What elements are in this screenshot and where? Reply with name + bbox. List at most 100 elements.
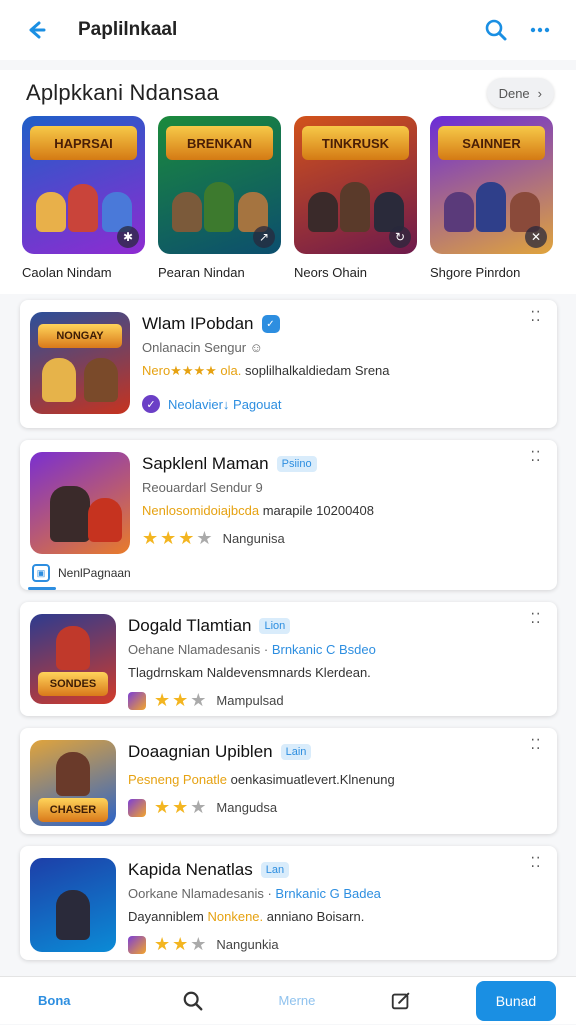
game-logo: CHASER bbox=[38, 798, 108, 822]
check-row[interactable]: ✓ Neolavier↓ Pagouat bbox=[142, 395, 545, 413]
star-icon: ★ bbox=[178, 528, 195, 548]
footer-label: NenlPagnaan bbox=[58, 566, 131, 580]
primary-action-button[interactable]: Bunad bbox=[475, 980, 556, 1021]
app-name: Doaagnian Upiblen bbox=[128, 742, 273, 761]
nav-search[interactable] bbox=[142, 977, 246, 1025]
game-logo: SAINNER bbox=[438, 126, 545, 160]
featured-label: Caolan Nindam bbox=[22, 265, 112, 280]
app-subtitle: Oorkane Nlamadesanis · Brnkanic G Badea bbox=[128, 886, 545, 901]
description-text: oenkasimuatlevert.Klnenung bbox=[227, 772, 395, 787]
chevron-right-icon: › bbox=[537, 85, 542, 101]
nav-menu[interactable]: Merne bbox=[245, 977, 349, 1025]
rating: ★ ★ ★ ★ Nangunisa bbox=[142, 528, 545, 549]
rating-label: Mangudsa bbox=[216, 800, 278, 815]
active-indicator bbox=[28, 587, 56, 590]
app-description: Dayanniblem Nonkene. anniano Boisarn. bbox=[128, 909, 545, 924]
app-name: Wlam IPobdan bbox=[142, 314, 254, 333]
featured-card[interactable]: SAINNER ✕ Shgore Pinrdon bbox=[430, 116, 553, 294]
subtitle-link[interactable]: Brnkanic G Badea bbox=[275, 886, 381, 901]
star-icon: ★ bbox=[154, 690, 171, 710]
more-horizontal-icon[interactable] bbox=[522, 12, 558, 48]
see-all-label: Dene bbox=[498, 85, 530, 101]
app-thumbnail bbox=[30, 452, 130, 554]
rating-label: Nangunisa bbox=[222, 531, 285, 546]
list-item[interactable]: SONDES Dogald Tlamtian Lion Oehane Nlama… bbox=[20, 602, 557, 716]
featured-art: TINKRUSK ↻ bbox=[294, 116, 417, 254]
description-text: soplilhalkaldiedam Srena bbox=[241, 363, 390, 378]
game-logo: TINKRUSK bbox=[302, 126, 409, 160]
featured-card[interactable]: BRENKAN ↗ Pearan Nindan bbox=[158, 116, 281, 294]
featured-card[interactable]: TINKRUSK ↻ Neors Ohain bbox=[294, 116, 417, 294]
app-description: Nero★★★★ ola. soplilhalkaldiedam Srena bbox=[142, 363, 545, 379]
search-icon[interactable] bbox=[478, 12, 514, 48]
app-mini-icon bbox=[128, 691, 146, 710]
game-logo: BRENKAN bbox=[166, 126, 273, 160]
featured-art: HAPRSAI ✱ bbox=[22, 116, 145, 254]
game-logo: HAPRSAI bbox=[30, 126, 137, 160]
section-title: Aplpkkani Ndansaa bbox=[26, 80, 219, 105]
list-item[interactable]: NONGAY Wlam IPobdan ✓ Onlanacin Sengur ☺… bbox=[20, 300, 557, 428]
app-subtitle: Oehane Nlamadesanis · Brnkanic C Bsdeo bbox=[128, 642, 545, 657]
star-icon: ★ bbox=[190, 934, 207, 954]
back-arrow-icon[interactable] bbox=[18, 12, 54, 48]
subtitle-text: Oehane Nlamadesanis · bbox=[128, 642, 272, 657]
section-header: Aplpkkani Ndansaa Dene › bbox=[0, 70, 576, 116]
rating: ★ ★ ★ Mampulsad bbox=[128, 690, 545, 711]
star-icon: ★ bbox=[160, 528, 177, 548]
search-icon bbox=[184, 991, 203, 1010]
rating: ★ ★ ★ Mangudsa bbox=[128, 797, 545, 818]
top-app-bar: Paplilnkaal bbox=[0, 0, 576, 60]
subtitle-link[interactable]: Brnkanic C Bsdeo bbox=[272, 642, 376, 657]
nav-inbox[interactable] bbox=[349, 977, 453, 1025]
bottom-nav: Bona Merne Bunad bbox=[0, 976, 576, 1024]
game-logo: NONGAY bbox=[38, 324, 122, 348]
star-icon: ★ bbox=[172, 797, 189, 817]
app-description: Nenlosomidoiajbcda marapile 10200408 bbox=[142, 503, 545, 518]
featured-label: Shgore Pinrdon bbox=[430, 265, 521, 280]
app-subtitle: Reouardarl Sendur 9 bbox=[142, 480, 263, 495]
app-subtitle: Onlanacin Sengur ☺ bbox=[142, 340, 263, 355]
verified-icon: ✓ bbox=[261, 315, 280, 333]
star-icon: ★ bbox=[142, 528, 159, 548]
highlight-text: Nenlosomidoiajbcda bbox=[142, 503, 260, 518]
star-icon: ★ bbox=[190, 797, 207, 817]
featured-carousel: HAPRSAI ✱ Caolan Nindam BRENKAN ↗ Pearan… bbox=[0, 116, 576, 294]
star-icon: ★ bbox=[154, 797, 171, 817]
star-icon: ★ bbox=[172, 934, 189, 954]
rating: ★ ★ ★ Nangunkia bbox=[128, 934, 545, 955]
featured-art: SAINNER ✕ bbox=[430, 116, 553, 254]
more-vertical-icon[interactable]: ⁚⁚ bbox=[525, 737, 547, 760]
app-thumbnail: NONGAY bbox=[30, 312, 130, 414]
app-thumbnail bbox=[30, 858, 116, 952]
star-icon: ★ bbox=[172, 690, 189, 710]
page-title: Paplilnkaal bbox=[78, 19, 178, 40]
featured-art: BRENKAN ↗ bbox=[158, 116, 281, 254]
app-tag: Lain bbox=[280, 744, 312, 760]
featured-card[interactable]: HAPRSAI ✱ Caolan Nindam bbox=[22, 116, 145, 294]
check-label: Neolavier↓ Pagouat bbox=[168, 396, 282, 412]
list-item[interactable]: CHASER Doaagnian Upiblen Lain Pesneng Po… bbox=[20, 728, 557, 834]
game-logo: SONDES bbox=[38, 672, 108, 696]
more-vertical-icon[interactable]: ⁚⁚ bbox=[525, 309, 547, 332]
app-tag: Lan bbox=[260, 862, 290, 878]
badge-icon: ✱ bbox=[117, 226, 139, 248]
highlight-text: Pesneng Ponatle bbox=[128, 772, 228, 787]
more-vertical-icon[interactable]: ⁚⁚ bbox=[525, 449, 547, 472]
description-text-2: anniano Boisarn. bbox=[263, 909, 365, 924]
more-vertical-icon[interactable]: ⁚⁚ bbox=[525, 611, 547, 634]
nav-home[interactable]: Bona bbox=[20, 977, 142, 1025]
description-text: marapile 10200408 bbox=[259, 503, 374, 518]
list-item[interactable]: Kapida Nenatlas Lan Oorkane Nlamadesanis… bbox=[20, 846, 557, 960]
badge-icon: ✕ bbox=[525, 226, 547, 248]
list-item[interactable]: Sapklenl Maman Psiino Reouardarl Sendur … bbox=[20, 440, 557, 590]
app-name: Dogald Tlamtian bbox=[128, 616, 252, 635]
featured-label: Neors Ohain bbox=[294, 265, 367, 280]
rating-label: Mampulsad bbox=[216, 693, 284, 708]
badge-icon: ↗ bbox=[253, 226, 275, 248]
app-mini-icon bbox=[128, 798, 146, 817]
footer-row[interactable]: ▣ NenlPagnaan bbox=[32, 564, 131, 582]
more-vertical-icon[interactable]: ⁚⁚ bbox=[525, 855, 547, 878]
star-icon: ★ bbox=[196, 528, 213, 548]
highlight-text: Nero★★★★ ola. bbox=[142, 363, 242, 378]
see-all-button[interactable]: Dene › bbox=[486, 78, 554, 108]
